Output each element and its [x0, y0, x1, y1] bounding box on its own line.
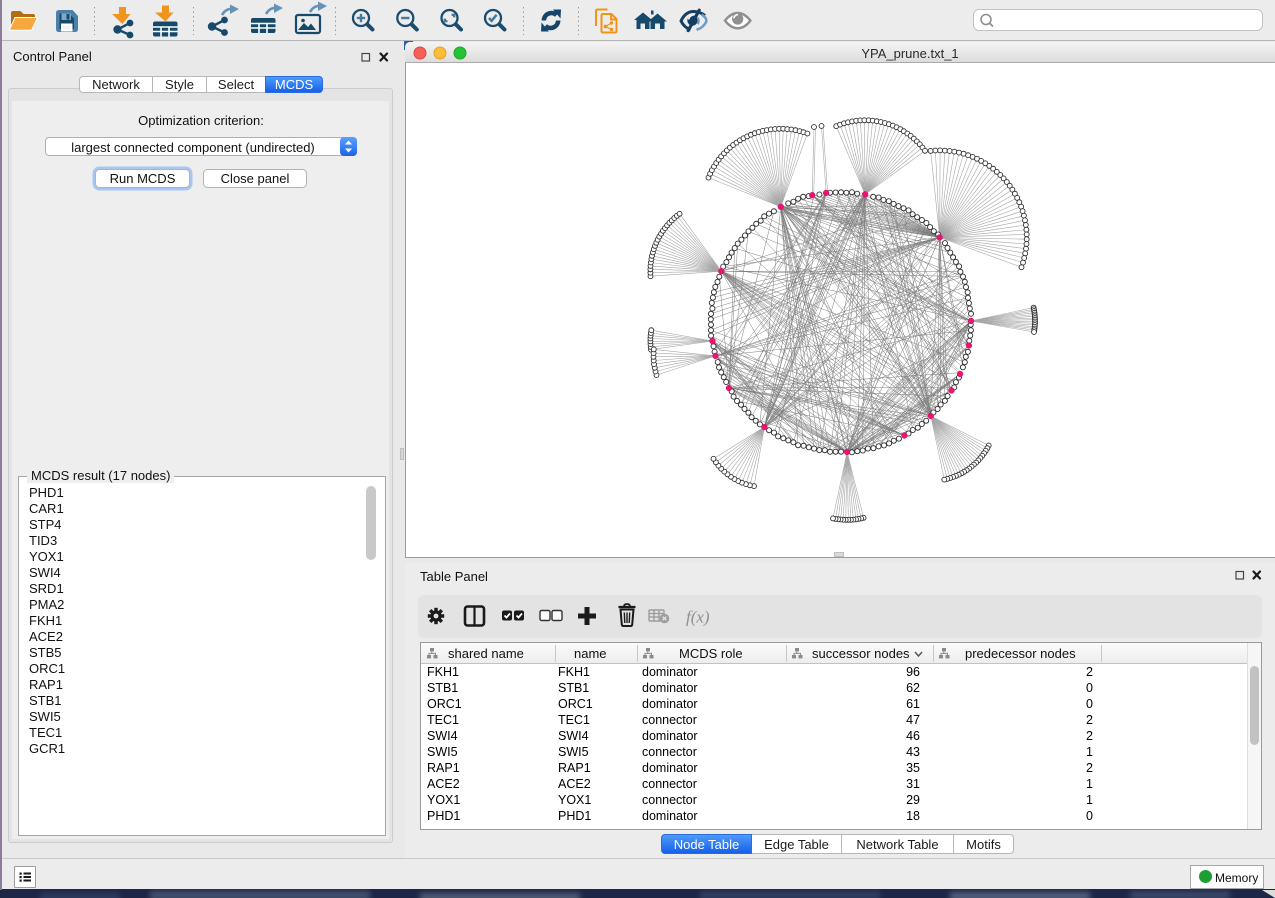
svg-text:0: 0 — [1086, 809, 1093, 823]
svg-text:0: 0 — [1086, 697, 1093, 711]
svg-text:2: 2 — [1086, 713, 1093, 727]
svg-text:ACE2: ACE2 — [427, 777, 460, 791]
svg-text:FKH1: FKH1 — [427, 665, 459, 679]
svg-text:29: 29 — [906, 793, 920, 807]
svg-text:62: 62 — [906, 681, 920, 695]
svg-text:TEC1: TEC1 — [427, 713, 459, 727]
svg-text:SWI5: SWI5 — [427, 745, 458, 759]
svg-text:connector: connector — [642, 793, 697, 807]
svg-text:dominator: dominator — [642, 681, 698, 695]
svg-text:1: 1 — [1086, 745, 1093, 759]
svg-text:46: 46 — [906, 729, 920, 743]
svg-text:successor nodes: successor nodes — [812, 646, 910, 661]
svg-text:0: 0 — [1086, 681, 1093, 695]
svg-text:dominator: dominator — [642, 697, 698, 711]
svg-text:YOX1: YOX1 — [558, 793, 591, 807]
svg-text:PHD1: PHD1 — [427, 809, 460, 823]
svg-text:SWI4: SWI4 — [427, 729, 458, 743]
svg-text:1: 1 — [1086, 777, 1093, 791]
svg-text:YOX1: YOX1 — [427, 793, 460, 807]
svg-text:ORC1: ORC1 — [427, 697, 462, 711]
svg-text:RAP1: RAP1 — [427, 761, 460, 775]
svg-text:2: 2 — [1086, 761, 1093, 775]
svg-text:35: 35 — [906, 761, 920, 775]
svg-text:dominator: dominator — [642, 729, 698, 743]
svg-text:name: name — [574, 646, 607, 661]
svg-text:connector: connector — [642, 745, 697, 759]
svg-text:ACE2: ACE2 — [558, 777, 591, 791]
svg-text:2: 2 — [1086, 665, 1093, 679]
svg-text:f(x): f(x) — [686, 608, 710, 627]
svg-text:STB1: STB1 — [558, 681, 589, 695]
svg-text:SWI4: SWI4 — [558, 729, 589, 743]
svg-text:connector: connector — [642, 777, 697, 791]
svg-text:ORC1: ORC1 — [558, 697, 593, 711]
svg-text:31: 31 — [906, 777, 920, 791]
svg-text:MCDS role: MCDS role — [679, 646, 743, 661]
svg-text:connector: connector — [642, 713, 697, 727]
svg-text:TEC1: TEC1 — [558, 713, 590, 727]
svg-text:FKH1: FKH1 — [558, 665, 590, 679]
svg-text:18: 18 — [906, 809, 920, 823]
svg-text:47: 47 — [906, 713, 920, 727]
svg-text:PHD1: PHD1 — [558, 809, 591, 823]
svg-text:dominator: dominator — [642, 665, 698, 679]
svg-text:RAP1: RAP1 — [558, 761, 591, 775]
svg-text:dominator: dominator — [642, 809, 698, 823]
svg-text:predecessor nodes: predecessor nodes — [965, 646, 1076, 661]
svg-text:1: 1 — [1086, 793, 1093, 807]
svg-text:2: 2 — [1086, 729, 1093, 743]
svg-text:STB1: STB1 — [427, 681, 458, 695]
svg-text:61: 61 — [906, 697, 920, 711]
svg-text:43: 43 — [906, 745, 920, 759]
svg-text:96: 96 — [906, 665, 920, 679]
svg-text:shared name: shared name — [448, 646, 524, 661]
svg-text:SWI5: SWI5 — [558, 745, 589, 759]
svg-text:dominator: dominator — [642, 761, 698, 775]
